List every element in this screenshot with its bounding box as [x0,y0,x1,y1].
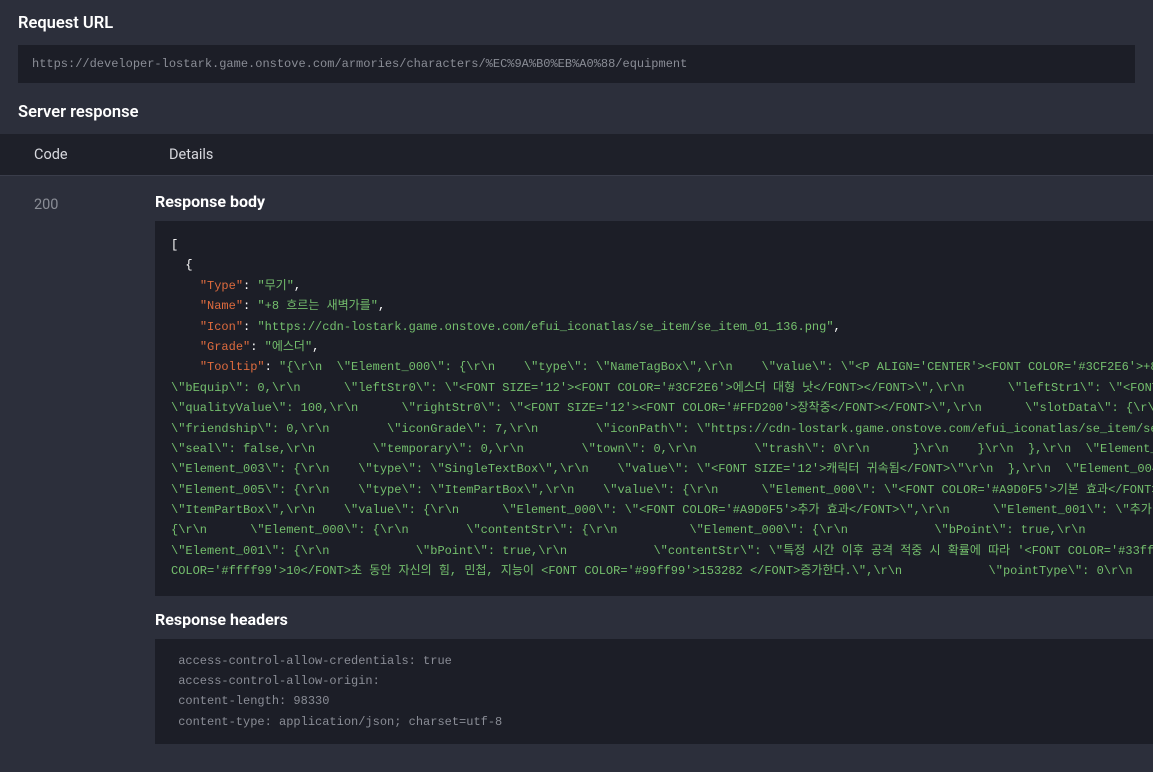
request-url-title: Request URL [0,0,1153,45]
response-headers-title: Response headers [155,610,1153,639]
request-url-value[interactable]: https://developer-lostark.game.onstove.c… [18,45,1135,83]
response-table: Code Details 200 Response body [ { "Type… [0,134,1153,744]
server-response-title: Server response [0,89,1153,134]
code-column-header: Code [0,134,155,175]
response-headers-block[interactable]: access-control-allow-credentials: true a… [155,639,1153,745]
details-column-header: Details [155,134,1153,175]
response-body-code[interactable]: [ { "Type": "무기", "Name": "+8 흐르는 새벽가를",… [155,221,1153,596]
response-row: 200 Response body [ { "Type": "무기", "Nam… [0,176,1153,744]
response-body-title: Response body [155,192,1153,221]
response-table-header: Code Details [0,134,1153,176]
status-code: 200 [0,176,155,744]
